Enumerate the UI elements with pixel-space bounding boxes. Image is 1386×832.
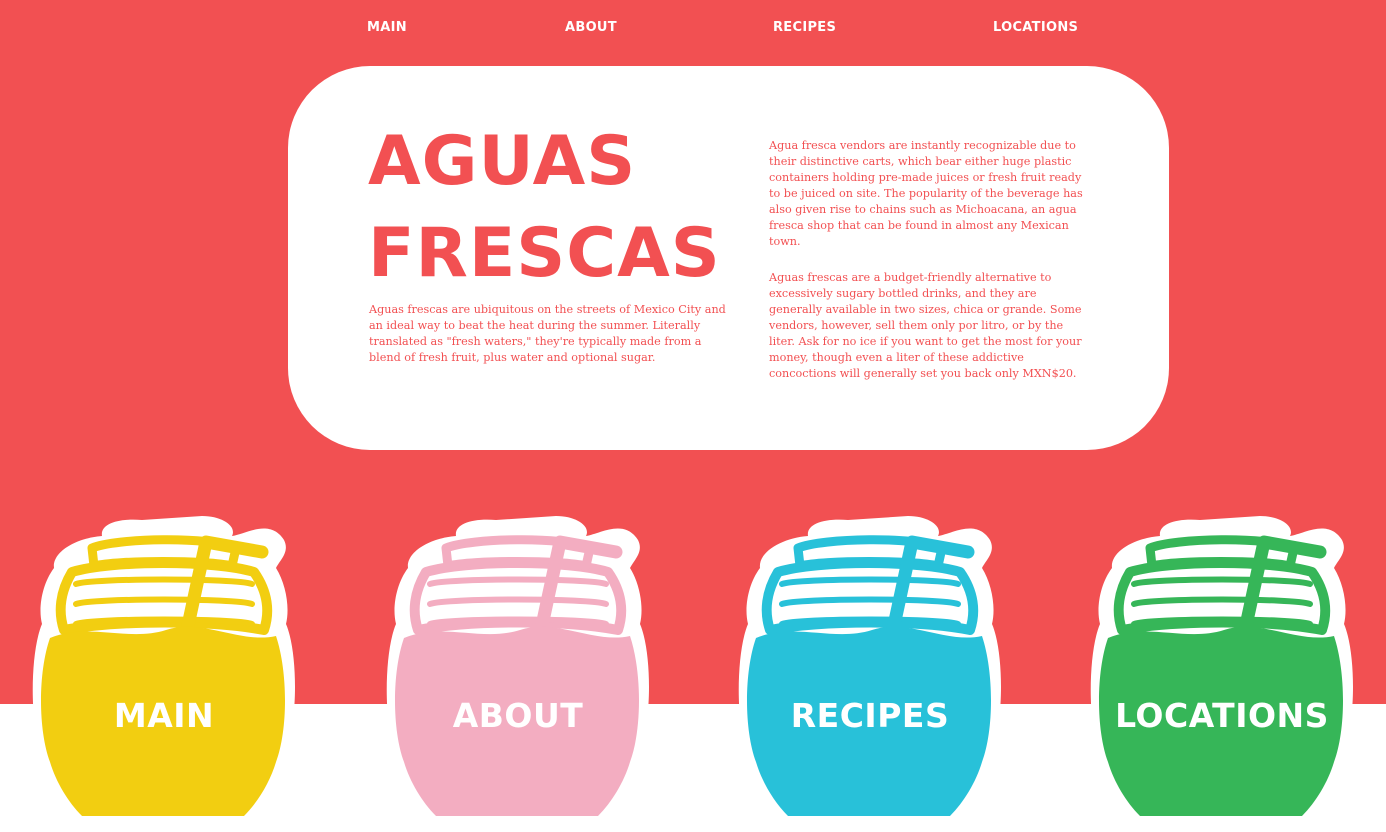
page-title-line-2: FRESCAS bbox=[368, 214, 721, 293]
jar-label-main: MAIN bbox=[113, 696, 215, 735]
page-title-line-1: AGUAS bbox=[368, 122, 637, 201]
page-title: AGUAS FRESCAS bbox=[368, 116, 748, 300]
jar-link-locations[interactable]: LOCATIONS bbox=[1090, 512, 1354, 822]
top-navigation: MAIN ABOUT RECIPES LOCATIONS bbox=[0, 0, 1386, 60]
right-column: Agua fresca vendors are instantly recogn… bbox=[769, 138, 1092, 382]
intro-card: AGUAS FRESCAS Aguas frescas are ubiquito… bbox=[288, 66, 1169, 450]
jar-label-recipes: RECIPES bbox=[790, 696, 950, 735]
pink-jar-icon bbox=[386, 516, 649, 818]
jar-label-about: ABOUT bbox=[452, 696, 584, 735]
blue-jar-icon bbox=[738, 516, 1001, 818]
jar-label-locations: LOCATIONS bbox=[1115, 696, 1329, 735]
yellow-jar-icon bbox=[32, 516, 295, 818]
nav-link-locations[interactable]: LOCATIONS bbox=[993, 20, 1078, 35]
vendors-paragraph: Agua fresca vendors are instantly recogn… bbox=[769, 139, 1083, 248]
green-jar-icon bbox=[1090, 516, 1353, 818]
nav-link-about[interactable]: ABOUT bbox=[565, 20, 617, 35]
jar-link-main[interactable]: MAIN bbox=[32, 512, 296, 822]
intro-paragraph: Aguas frescas are ubiquitous on the stre… bbox=[369, 303, 726, 364]
nav-link-recipes[interactable]: RECIPES bbox=[773, 20, 836, 35]
budget-paragraph: Aguas frescas are a budget-friendly alte… bbox=[769, 271, 1082, 380]
jar-link-recipes[interactable]: RECIPES bbox=[738, 512, 1002, 822]
jar-link-about[interactable]: ABOUT bbox=[386, 512, 650, 822]
nav-link-main[interactable]: MAIN bbox=[367, 20, 407, 35]
